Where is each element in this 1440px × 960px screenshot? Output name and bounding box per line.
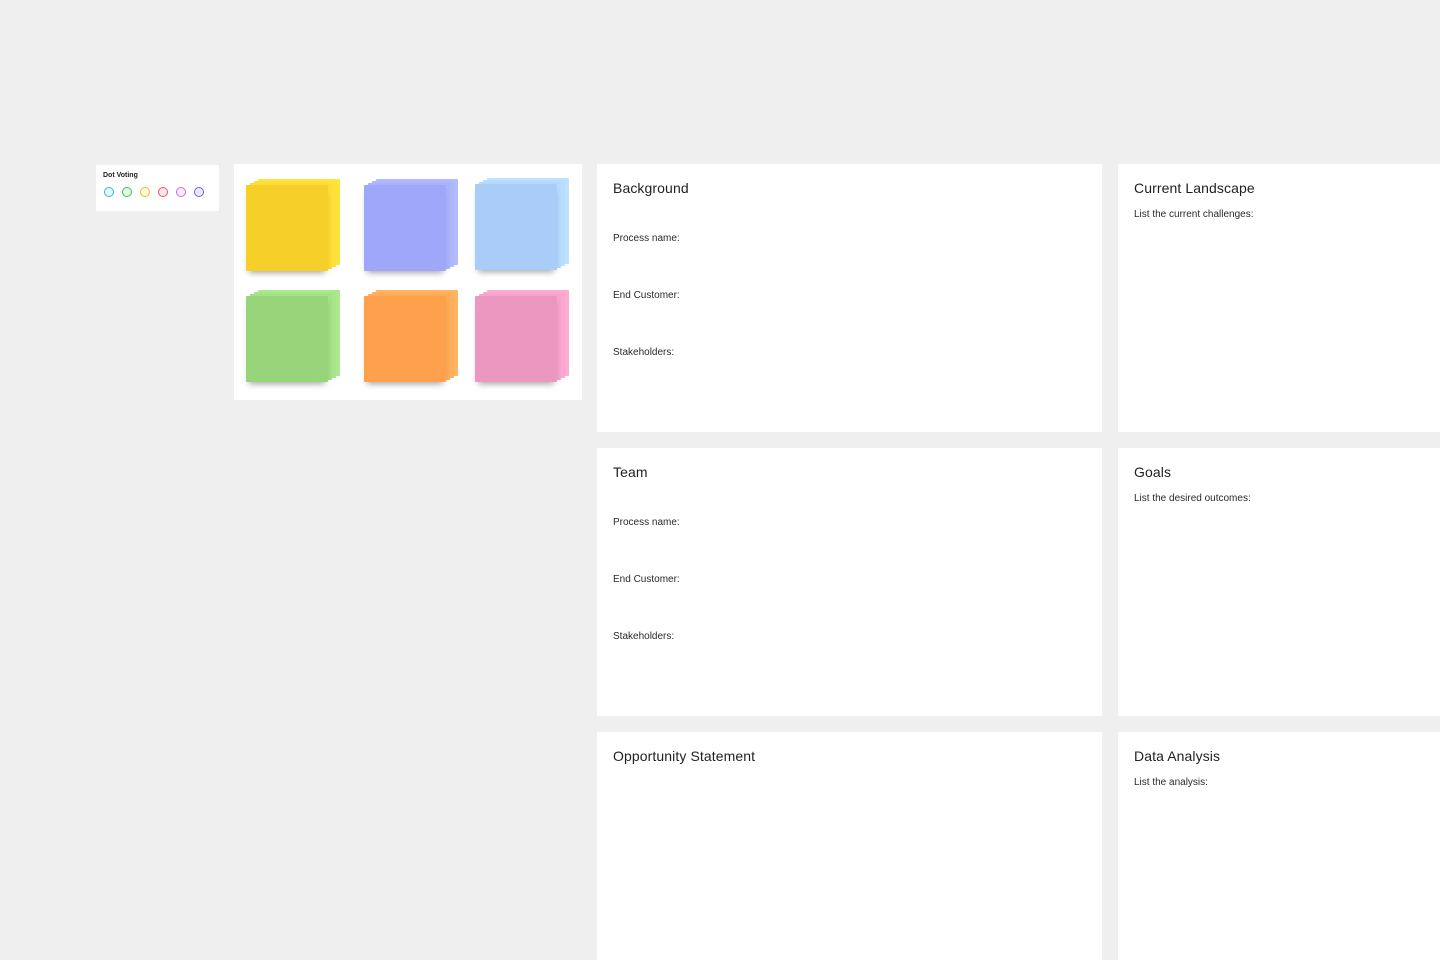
hint-desired-outcomes: List the desired outcomes:: [1134, 493, 1251, 504]
opportunity-statement-panel[interactable]: Opportunity Statement: [597, 732, 1102, 960]
current-landscape-panel[interactable]: Current Landscape List the current chall…: [1118, 164, 1440, 432]
sticky-stack-orange[interactable]: [364, 290, 459, 385]
panel-title-goals: Goals: [1134, 464, 1172, 480]
sticky-sheet: [246, 296, 328, 382]
field-stakeholders: Stakeholders:: [613, 631, 675, 642]
vote-dot-purple[interactable]: [194, 187, 204, 197]
sticky-sheet: [475, 184, 557, 270]
sticky-note-palette: [234, 164, 582, 400]
team-panel[interactable]: Team Process name: End Customer: Stakeho…: [597, 448, 1102, 716]
vote-dot-yellow[interactable]: [140, 187, 150, 197]
panel-title-current-landscape: Current Landscape: [1134, 180, 1255, 196]
vote-dot-red[interactable]: [158, 187, 168, 197]
dot-voting-widget[interactable]: Dot Voting: [96, 165, 219, 211]
hint-analysis: List the analysis:: [1134, 777, 1208, 788]
vote-dot-pink[interactable]: [176, 187, 186, 197]
sticky-sheet: [246, 185, 328, 271]
panel-title-data-analysis: Data Analysis: [1134, 748, 1221, 764]
panel-title-background: Background: [613, 180, 689, 196]
sticky-sheet: [364, 185, 446, 271]
background-panel[interactable]: Background Process name: End Customer: S…: [597, 164, 1102, 432]
sticky-stack-blue[interactable]: [475, 178, 570, 273]
field-end-customer: End Customer:: [613, 574, 680, 585]
panel-title-opportunity-statement: Opportunity Statement: [613, 748, 756, 764]
dot-voting-title: Dot Voting: [103, 172, 138, 179]
panel-title-team: Team: [613, 464, 648, 480]
vote-dot-cyan[interactable]: [104, 187, 114, 197]
field-process-name: Process name:: [613, 233, 680, 244]
sticky-stack-pink[interactable]: [475, 290, 570, 385]
field-stakeholders: Stakeholders:: [613, 347, 675, 358]
sticky-stack-yellow[interactable]: [246, 179, 341, 274]
data-analysis-panel[interactable]: Data Analysis List the analysis:: [1118, 732, 1440, 960]
field-process-name: Process name:: [613, 517, 680, 528]
vote-dot-green[interactable]: [122, 187, 132, 197]
hint-current-challenges: List the current challenges:: [1134, 209, 1254, 220]
sticky-stack-purple[interactable]: [364, 179, 459, 274]
sticky-sheet: [475, 296, 557, 382]
sticky-stack-green[interactable]: [246, 290, 341, 385]
field-end-customer: End Customer:: [613, 290, 680, 301]
dot-row: [103, 187, 219, 197]
sticky-sheet: [364, 296, 446, 382]
goals-panel[interactable]: Goals List the desired outcomes:: [1118, 448, 1440, 716]
